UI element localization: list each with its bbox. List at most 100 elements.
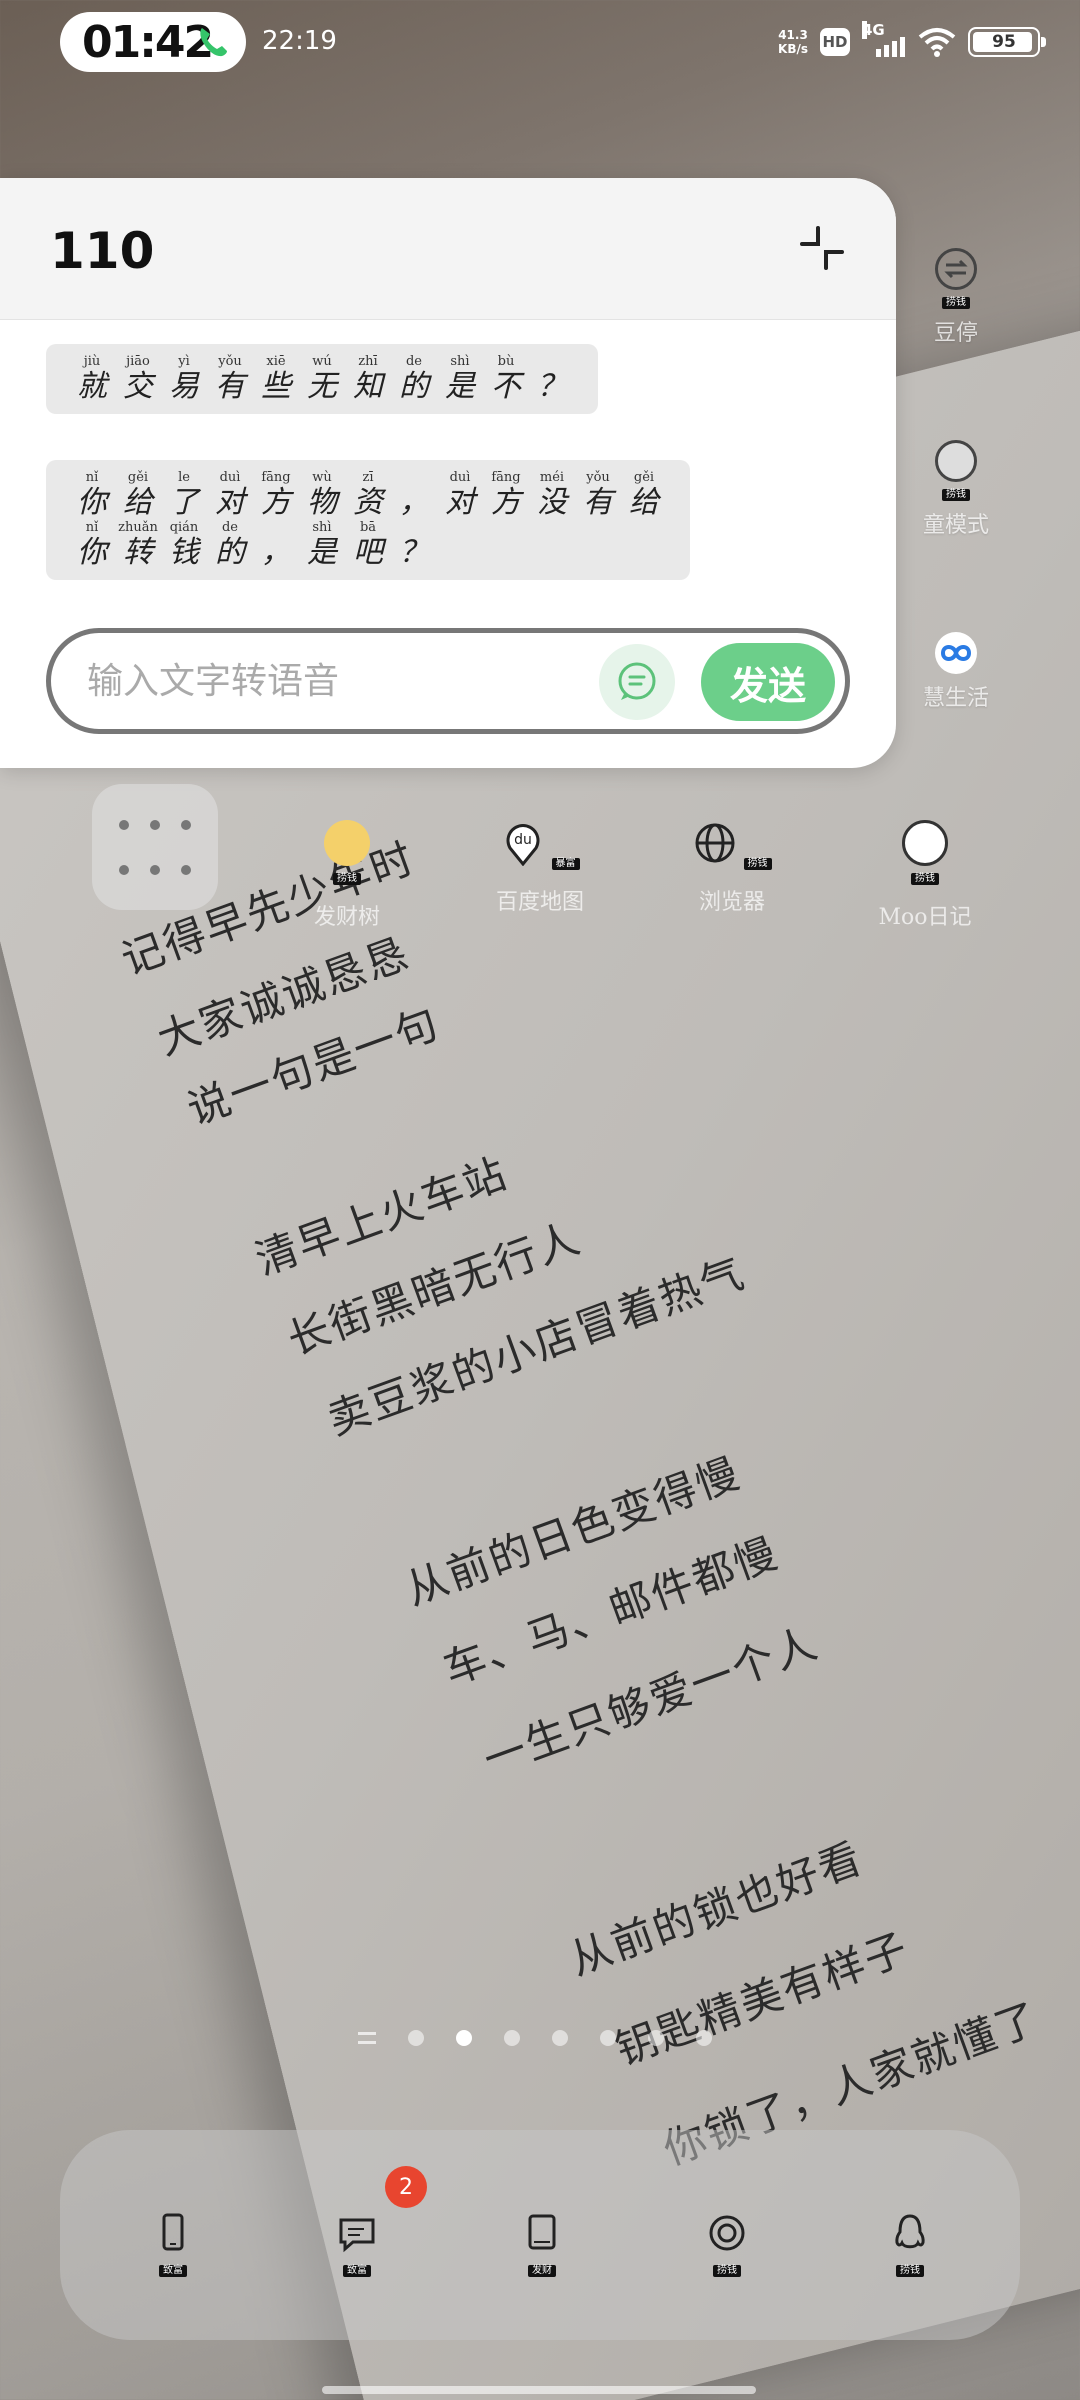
hd-voice-icon: HD [820, 28, 850, 56]
message-bubble[interactable]: nǐ 你 gěi 给 le 了 duì 对 fāng 方 wù 物 zī 资， duì 对 fāng 方 méi 没 y… [46, 460, 690, 580]
side-app[interactable]: 捞钱 童模式 [896, 440, 1016, 539]
globe-icon [695, 823, 735, 863]
phone-icon [162, 2213, 184, 2251]
pinyin: shì [312, 520, 332, 535]
dock-app-notes[interactable]: 发财 [507, 2212, 577, 2277]
home-indicator[interactable] [322, 2386, 756, 2394]
dock-app-qq[interactable]: 捞钱 [875, 2212, 945, 2277]
battery-percent: 95 [992, 32, 1016, 52]
message-bubble[interactable]: jiù 就 jiāo 交 yì 易 yǒu 有 xiē 些 wú 无 zhī 知 de 的 shì 是 bù 不？ [46, 344, 598, 414]
pinyin: shì [450, 354, 470, 369]
ruby-char: zī 资 [348, 470, 388, 520]
pinyin: gěi [127, 470, 149, 485]
hanzi: 方 [491, 485, 521, 520]
message-line: nǐ 你 gěi 给 le 了 duì 对 fāng 方 wù 物 zī 资， duì 对 fāng 方 méi 没 y… [72, 470, 664, 520]
page-dot-active [456, 2030, 472, 2046]
ruby-char: wù 物 [302, 470, 342, 520]
ruby-char: gěi 给 [118, 470, 158, 520]
dock-app-messages[interactable]: 致富 [322, 2212, 392, 2277]
hanzi: 对 [445, 485, 475, 520]
page-dot [408, 2030, 424, 2046]
side-app[interactable]: 捞钱 豆停 [896, 248, 1016, 347]
pinyin: méi [539, 470, 565, 485]
call-timer: 01:42 [82, 16, 214, 68]
ruby-char: wú 无 [302, 354, 342, 404]
message-icon [339, 2218, 375, 2253]
ruby-char: duì 对 [440, 470, 480, 520]
ruby-char: fāng 方 [256, 470, 296, 520]
app-icon-tile[interactable]: 捞钱 浏览器 [647, 820, 817, 916]
pinyin: bā [359, 520, 377, 535]
hanzi: 是 [445, 369, 475, 404]
network-speed-unit: KB/s [778, 42, 808, 56]
hanzi: 有 [583, 485, 613, 520]
phone-call-icon [200, 28, 227, 57]
note-icon [528, 2214, 556, 2250]
pinyin: xiē [266, 354, 286, 369]
quick-phrases-button[interactable] [599, 644, 675, 720]
app-label: 发财树 [313, 905, 380, 930]
pinyin: nǐ [85, 520, 99, 535]
hanzi: 就 [77, 369, 107, 404]
app-tag: 捞钱 [942, 297, 970, 309]
collapse-icon[interactable] [798, 224, 846, 272]
page-indicator[interactable] [358, 2030, 712, 2046]
hanzi: 吧 [353, 535, 383, 570]
app-label: 豆停 [933, 321, 978, 346]
page-dot [600, 2030, 616, 2046]
clock: 22:19 [262, 26, 337, 56]
app-folder[interactable] [92, 784, 218, 910]
crown-avatar-icon [324, 820, 370, 866]
pinyin: zī [362, 470, 374, 485]
hanzi: 不 [491, 369, 521, 404]
hanzi: 了 [169, 485, 199, 520]
ruby-char: yǒu 有 [210, 354, 250, 404]
app-label: 慧生活 [922, 686, 989, 711]
ruby-char: ？ [532, 354, 572, 404]
dock-app-phone[interactable]: 致富 [138, 2212, 208, 2277]
hanzi: 你 [77, 535, 107, 570]
hanzi: 些 [261, 369, 291, 404]
wifi-icon [918, 28, 956, 57]
app-icon-tile[interactable]: 捞钱 Moo日记 [840, 820, 1010, 931]
hanzi: 给 [629, 485, 659, 520]
app-tag: 捞钱 [743, 858, 772, 870]
ruby-char: méi 没 [532, 470, 572, 520]
hanzi: ， [261, 535, 291, 570]
svg-text:du: du [515, 832, 533, 848]
hanzi: 对 [215, 485, 245, 520]
tts-text-input[interactable] [87, 653, 547, 709]
app-icon-tile[interactable]: du 暴富 百度地图 [455, 820, 625, 916]
hanzi: 方 [261, 485, 291, 520]
panel-title: 110 [50, 222, 155, 280]
side-app[interactable]: 慧生活 [896, 632, 1016, 712]
hanzi: 给 [123, 485, 153, 520]
dock-app-camera[interactable]: 捞钱 [692, 2212, 762, 2277]
bear-icon [935, 440, 977, 482]
pinyin: de [221, 520, 238, 535]
pinyin: zhuǎn [118, 520, 158, 535]
send-button[interactable]: 发送 [701, 643, 835, 721]
ruby-char: ， [394, 470, 434, 520]
ruby-char: duì 对 [210, 470, 250, 520]
pinyin: jiāo [126, 354, 150, 369]
pinyin: jiù [83, 354, 101, 369]
hanzi: 的 [399, 369, 429, 404]
app-label: 浏览器 [698, 890, 765, 915]
ruby-char: de 的 [210, 520, 250, 570]
hanzi: 转 [123, 535, 153, 570]
pinyin: fāng [261, 470, 291, 485]
infinity-icon [935, 632, 977, 674]
ruby-char: de 的 [394, 354, 434, 404]
network-type: 4G [862, 21, 885, 39]
pinyin: nǐ [85, 470, 99, 485]
hanzi: 资 [353, 485, 383, 520]
app-tag: 捞钱 [942, 489, 970, 501]
app-icon-tile[interactable]: 捞钱 发财树 [262, 820, 432, 931]
app-label: 百度地图 [495, 890, 584, 915]
page-dot [552, 2030, 568, 2046]
app-tag: 致富 [159, 2265, 187, 2277]
ongoing-call-pill[interactable]: 01:42 [60, 12, 246, 72]
pinyin: yǒu [586, 470, 610, 485]
hanzi: 无 [307, 369, 337, 404]
